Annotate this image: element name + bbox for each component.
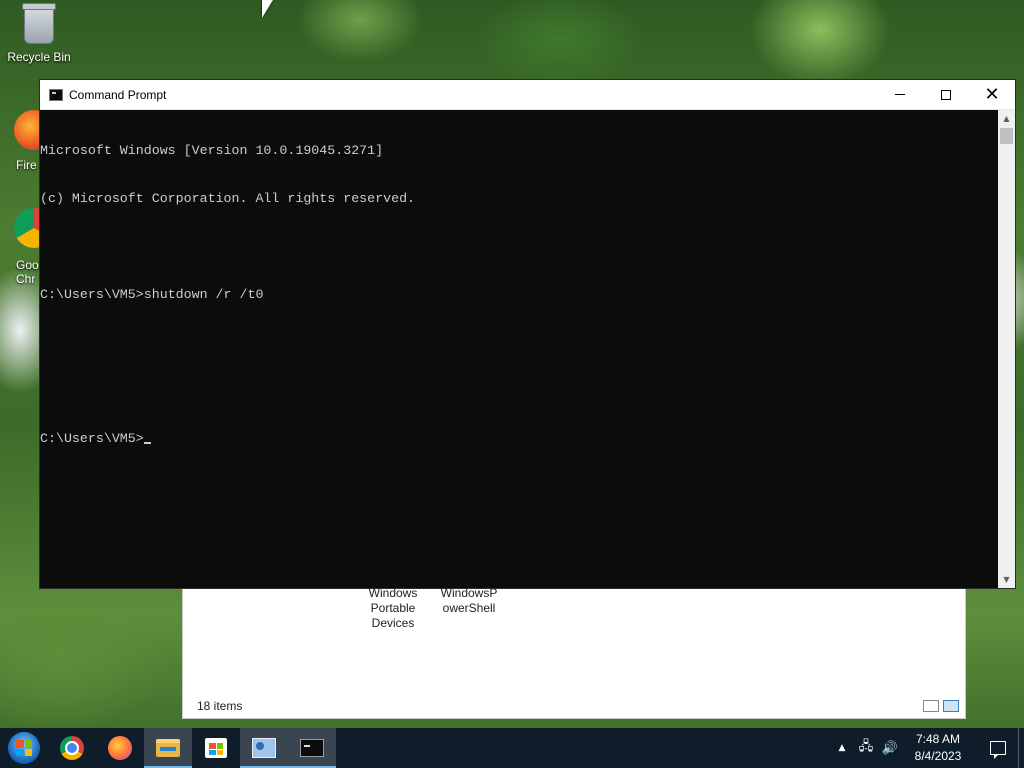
explorer-item-windows-portable-devices[interactable]: Windows Portable Devices <box>358 586 428 631</box>
console-output[interactable]: Microsoft Windows [Version 10.0.19045.32… <box>40 110 998 588</box>
chrome-icon <box>60 736 84 760</box>
item-label: Devices <box>371 616 415 630</box>
taskbar-chrome[interactable] <box>48 728 96 768</box>
maximize-button[interactable] <box>923 80 969 110</box>
command-prompt-icon <box>300 739 324 757</box>
taskbar: ▲ 🖧 🔊 7:48 AM 8/4/2023 <box>0 728 1024 768</box>
notification-icon <box>990 741 1006 759</box>
console-line: C:\Users\VM5>shutdown /r /t0 <box>40 287 264 302</box>
clock[interactable]: 7:48 AM 8/4/2023 <box>908 731 968 765</box>
windows-start-icon <box>8 732 40 764</box>
vertical-scrollbar[interactable]: ▲ ▼ <box>998 110 1015 588</box>
item-label: Portable <box>370 601 416 615</box>
status-item-count: 18 items <box>197 699 243 713</box>
volume-icon[interactable]: 🔊 <box>878 728 902 768</box>
clock-date: 8/4/2023 <box>914 749 962 763</box>
scrollbar-thumb[interactable] <box>1000 128 1013 144</box>
show-hidden-icons-chevron-icon[interactable]: ▲ <box>830 728 854 768</box>
minimize-button[interactable] <box>877 80 923 110</box>
taskbar-command-prompt[interactable] <box>288 728 336 768</box>
view-toggle-group <box>923 700 959 712</box>
firefox-icon <box>108 736 132 760</box>
chrome-desktop-label-line1: Goo <box>16 258 39 272</box>
scroll-up-arrow-icon[interactable]: ▲ <box>998 110 1015 127</box>
file-explorer-window: Windows Portable Devices WindowsP owerSh… <box>182 585 966 719</box>
maximize-icon <box>941 89 951 100</box>
chrome-desktop-label-line2: Chr <box>16 272 36 286</box>
console-line: Microsoft Windows [Version 10.0.19045.32… <box>40 143 384 158</box>
taskbar-file-explorer[interactable] <box>144 728 192 768</box>
cmd-app-icon[interactable] <box>49 88 63 101</box>
start-button[interactable] <box>0 728 48 768</box>
recycle-bin-icon <box>22 3 56 44</box>
close-button[interactable]: ✕ <box>969 80 1015 110</box>
window-titlebar[interactable]: Command Prompt ✕ <box>40 80 1015 110</box>
recycle-bin-label: Recycle Bin <box>7 50 71 64</box>
taskbar-control-panel[interactable] <box>240 728 288 768</box>
show-desktop-button[interactable] <box>1018 728 1024 768</box>
console-line: (c) Microsoft Corporation. All rights re… <box>40 191 416 206</box>
console-prompt-line[interactable]: C:\Users\VM5> <box>40 431 998 447</box>
details-view-icon[interactable] <box>923 700 939 712</box>
network-icon[interactable]: 🖧 <box>854 728 878 768</box>
item-label: owerShell <box>442 601 496 615</box>
action-center-button[interactable] <box>978 728 1018 768</box>
taskbar-microsoft-store[interactable] <box>192 728 240 768</box>
control-panel-icon <box>252 738 276 758</box>
minimize-icon <box>895 94 905 95</box>
recycle-bin-desktop-icon[interactable]: Recycle Bin <box>1 3 77 64</box>
scroll-down-arrow-icon[interactable]: ▼ <box>998 571 1015 588</box>
window-title: Command Prompt <box>69 87 167 102</box>
firefox-desktop-label: Fire <box>16 158 37 172</box>
large-icons-view-icon[interactable] <box>943 700 959 712</box>
taskbar-firefox[interactable] <box>96 728 144 768</box>
folder-icon <box>156 739 180 757</box>
console-prompt: C:\Users\VM5> <box>40 431 144 446</box>
system-tray: ▲ 🖧 🔊 7:48 AM 8/4/2023 <box>830 728 1024 768</box>
mouse-cursor-icon <box>262 0 273 18</box>
store-icon <box>205 738 227 758</box>
command-prompt-window[interactable]: Command Prompt ✕ Microsoft Windows [Vers… <box>39 79 1016 589</box>
explorer-item-windows-powershell[interactable]: WindowsP owerShell <box>434 586 504 616</box>
close-icon: ✕ <box>984 83 1000 105</box>
clock-time: 7:48 AM <box>915 732 961 746</box>
text-cursor <box>143 442 151 444</box>
